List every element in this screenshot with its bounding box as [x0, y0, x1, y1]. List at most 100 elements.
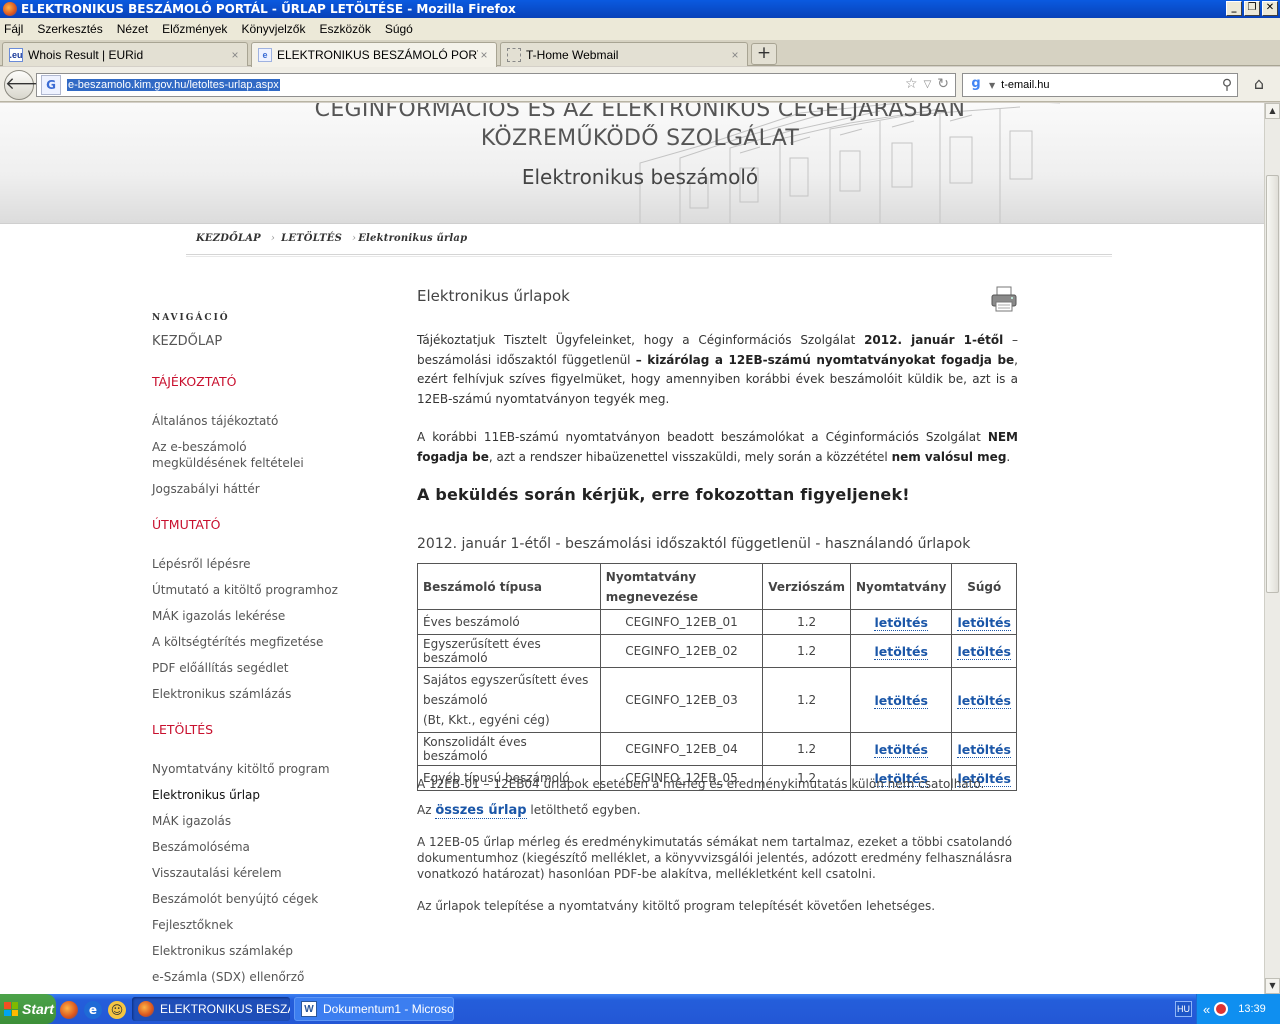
close-window-button[interactable]: ✕	[1262, 1, 1278, 16]
navigation-toolbar: 🡐 G e-beszamolo.kim.gov.hu/letoltes-urla…	[0, 67, 1280, 102]
close-tab-icon[interactable]: ×	[478, 48, 490, 62]
firefox-icon	[138, 1001, 154, 1017]
sidebar-item-mak-igazolas[interactable]: MÁK igazolás	[152, 813, 352, 829]
form-name: CEGINFO_12EB_03	[599, 667, 764, 733]
menu-history[interactable]: Előzmények	[162, 22, 227, 36]
sidebar-item-benyujto-cegek[interactable]: Beszámolót benyújtó cégek	[152, 891, 352, 907]
table-title: 2012. január 1-étől - beszámolási idősza…	[417, 536, 971, 552]
search-input[interactable]: t-email.hu	[1001, 79, 1217, 91]
tab-webmail[interactable]: T-Home Webmail ×	[500, 42, 748, 66]
sidebar-item-visszautalas[interactable]: Visszautalási kérelem	[152, 865, 352, 881]
search-go-icon[interactable]: ⚲	[1217, 77, 1237, 93]
close-tab-icon[interactable]: ×	[229, 48, 241, 62]
tab-beszamolo[interactable]: e ELEKTRONIKUS BESZÁMOLÓ PORTÁL - ... ×	[251, 42, 497, 67]
show-desktop-icon[interactable]: ☺	[108, 1001, 126, 1019]
help-download-link[interactable]: letöltés	[957, 741, 1011, 758]
table-header: Nyomtatvány	[849, 563, 953, 610]
version: 1.2	[762, 634, 851, 668]
sidebar-item-elektronikus-urlap[interactable]: Elektronikus űrlap	[152, 787, 352, 803]
form-download-link[interactable]: letöltés	[874, 614, 928, 631]
reload-icon[interactable]: ↻	[937, 76, 949, 94]
sidebar-item-szamlazas[interactable]: Elektronikus számlázás	[152, 686, 352, 702]
language-indicator[interactable]: HU	[1175, 1001, 1192, 1017]
url-text[interactable]: e-beszamolo.kim.gov.hu/letoltes-urlap.as…	[67, 79, 280, 91]
sidebar-item-jogszabaly[interactable]: Jogszabályi háttér	[152, 481, 352, 497]
help-download-link[interactable]: letöltés	[957, 692, 1011, 709]
sidebar-section-utmutato[interactable]: ÚTMUTATÓ	[152, 517, 220, 532]
form-download-link[interactable]: letöltés	[874, 741, 928, 758]
sidebar-section-letoltes[interactable]: LETÖLTÉS	[152, 722, 213, 737]
firefox-icon	[3, 2, 17, 16]
menu-file[interactable]: Fájl	[4, 22, 23, 36]
report-type: Konszolidált éves beszámoló	[417, 732, 601, 766]
scroll-up-icon[interactable]: ▲	[1265, 103, 1280, 119]
tray-expand-icon[interactable]: «	[1203, 1002, 1210, 1017]
chevron-down-icon[interactable]: ▼	[989, 81, 995, 90]
page-viewport: CÉGINFORMÁCIÓS ÉS AZ ELEKTRONIKUS CÉGELJ…	[0, 103, 1264, 994]
firefox-quicklaunch-icon[interactable]	[60, 1001, 78, 1019]
sidebar-item-kitolto-program[interactable]: Nyomtatvány kitöltő program	[152, 761, 352, 777]
breadcrumb-download-link[interactable]: LETÖLTÉS	[281, 233, 342, 244]
eurid-favicon-icon: .eu	[9, 47, 23, 62]
report-type: Sajátos egyszerűsített éves beszámoló (Bt…	[417, 667, 601, 733]
sidebar-item-utmutato-program[interactable]: Útmutató a kitöltő programhoz	[152, 582, 352, 598]
start-button[interactable]: Start	[0, 994, 56, 1024]
sidebar-item-pdf-segedlet[interactable]: PDF előállítás segédlet	[152, 660, 352, 676]
google-search-engine-icon[interactable]: g	[967, 76, 985, 94]
menu-bar: Fájl Szerkesztés Nézet Előzmények Könyvj…	[0, 18, 1280, 40]
version: 1.2	[762, 609, 851, 635]
sidebar-section-tajekoztato[interactable]: TÁJÉKOZTATÓ	[152, 374, 236, 389]
site-identity-icon[interactable]: G	[41, 75, 61, 95]
sidebar-item-fejlesztoknek[interactable]: Fejlesztőknek	[152, 917, 352, 933]
report-type: Egyszerűsített éves beszámoló	[417, 634, 601, 668]
sidebar-item-lepesrol[interactable]: Lépésről lépésre	[152, 556, 352, 572]
windows-logo-icon	[4, 1002, 18, 1016]
menu-edit[interactable]: Szerkesztés	[37, 22, 102, 36]
dropdown-arrow-icon[interactable]: ▽	[924, 76, 932, 94]
all-forms-link[interactable]: összes űrlap	[435, 803, 527, 819]
note-all-forms: Az összes űrlap letölthető egyben.	[417, 803, 641, 819]
tab-whois[interactable]: .eu Whois Result | EURid ×	[2, 42, 248, 66]
table-header-row: Beszámoló típusa Nyomtatvány megnevezése…	[417, 563, 1017, 610]
table-header: Súgó	[951, 563, 1017, 610]
breadcrumb-separator-icon: ›	[352, 233, 357, 244]
help-download-link[interactable]: letöltés	[957, 614, 1011, 631]
form-download-link[interactable]: letöltés	[874, 643, 928, 660]
sidebar-item-altalanos[interactable]: Általános tájékoztató	[152, 413, 352, 429]
sidebar-item-koltsegterites[interactable]: A költségtérítés megfizetése	[152, 634, 352, 650]
ie-quicklaunch-icon[interactable]: e	[84, 1001, 102, 1019]
sidebar-item-mak-lekeres[interactable]: MÁK igazolás lekérése	[152, 608, 352, 624]
address-bar[interactable]: G e-beszamolo.kim.gov.hu/letoltes-urlap.…	[36, 73, 956, 97]
menu-help[interactable]: Súgó	[385, 22, 413, 36]
search-bar[interactable]: g ▼ t-email.hu ⚲	[962, 73, 1238, 97]
taskbar-item-word[interactable]: W Dokumentum1 - Microsof...	[294, 997, 454, 1021]
scrollbar-thumb[interactable]	[1266, 175, 1279, 593]
sidebar-item-megkuldes[interactable]: Az e-beszámoló megküldésének feltételei	[152, 439, 332, 471]
form-download-link[interactable]: letöltés	[874, 692, 928, 709]
menu-bookmarks[interactable]: Könyvjelzők	[241, 22, 305, 36]
home-button[interactable]: ⌂	[1246, 72, 1272, 98]
minimize-button[interactable]: _	[1226, 1, 1242, 16]
clock[interactable]: 13:39	[1238, 1003, 1266, 1015]
vertical-scrollbar[interactable]: ▲ ▼	[1264, 103, 1280, 994]
sidebar-item-beszamoloschema[interactable]: Beszámolóséma	[152, 839, 352, 855]
sidebar-item-szamlakep[interactable]: Elektronikus számlakép	[152, 943, 352, 959]
taskbar-item-firefox[interactable]: ELEKTRONIKUS BESZÁ...	[132, 997, 290, 1021]
close-tab-icon[interactable]: ×	[729, 48, 741, 62]
restore-button[interactable]: ❐	[1244, 1, 1260, 16]
sidebar-item-sdx-ellenorzo[interactable]: e-Számla (SDX) ellenőrző	[152, 969, 352, 985]
scroll-down-icon[interactable]: ▼	[1265, 978, 1280, 994]
help-download-link[interactable]: letöltés	[957, 643, 1011, 660]
new-tab-button[interactable]: +	[751, 43, 777, 65]
bookmark-star-icon[interactable]: ☆	[905, 76, 918, 94]
breadcrumb: KEZDŐLAP › LETÖLTÉS › Elektronikus űrlap	[196, 233, 467, 244]
menu-view[interactable]: Nézet	[117, 22, 148, 36]
note-no-attach: A 12EB-01 – 12EB04 űrlapok esetében a mé…	[417, 777, 985, 791]
menu-tools[interactable]: Eszközök	[319, 22, 370, 36]
sidebar-item-home[interactable]: KEZDŐLAP	[152, 334, 352, 350]
back-button[interactable]: 🡐	[4, 70, 51, 100]
antivirus-tray-icon[interactable]	[1214, 1002, 1229, 1016]
breadcrumb-home-link[interactable]: KEZDŐLAP	[196, 233, 261, 244]
system-tray: « 13:39	[1196, 994, 1280, 1024]
printer-icon[interactable]	[990, 286, 1018, 312]
